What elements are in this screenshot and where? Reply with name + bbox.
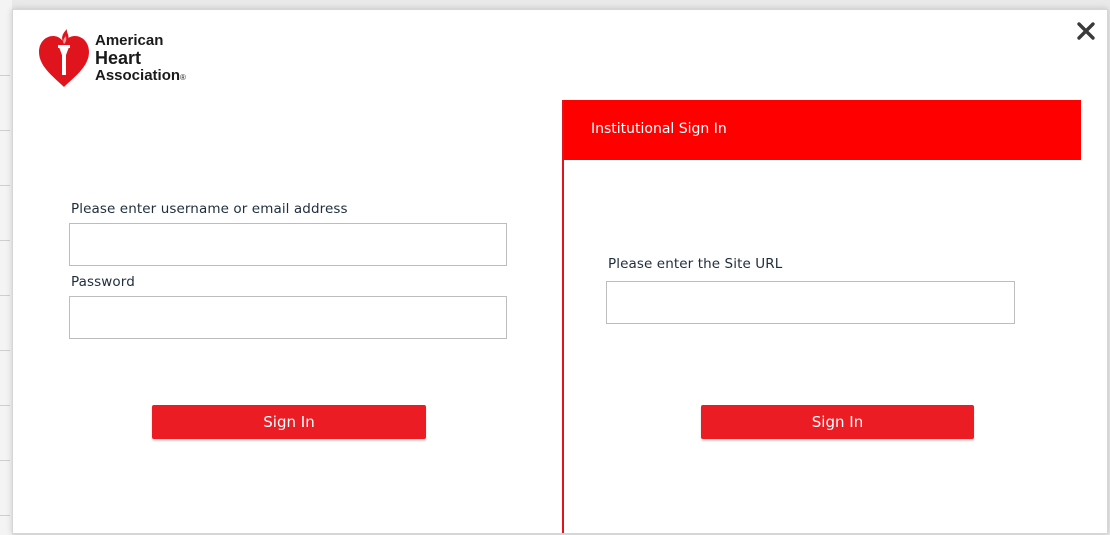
username-label: Please enter username or email address: [71, 201, 348, 217]
brand-line-3: Association®: [95, 67, 186, 84]
password-input[interactable]: [69, 296, 507, 339]
site-url-label: Please enter the Site URL: [608, 256, 783, 272]
brand-line-1: American: [95, 32, 164, 49]
institutional-header: Institutional Sign In: [564, 100, 1081, 160]
heart-torch-icon: [39, 29, 89, 87]
brand-line-2: Heart: [95, 48, 142, 68]
institutional-panel: Institutional Sign In Please enter the S…: [562, 100, 1081, 533]
sign-in-modal: American Heart Association® Please enter…: [12, 9, 1108, 534]
institutional-sign-in-button[interactable]: Sign In: [701, 405, 974, 439]
backdrop: [0, 0, 12, 535]
site-url-input[interactable]: [606, 281, 1015, 324]
password-label: Password: [71, 274, 135, 290]
sign-in-button[interactable]: Sign In: [152, 405, 426, 439]
aha-logo: American Heart Association®: [37, 25, 217, 91]
username-input[interactable]: [69, 223, 507, 266]
brand-name: American Heart Association®: [95, 33, 186, 83]
close-icon[interactable]: [1075, 20, 1097, 42]
